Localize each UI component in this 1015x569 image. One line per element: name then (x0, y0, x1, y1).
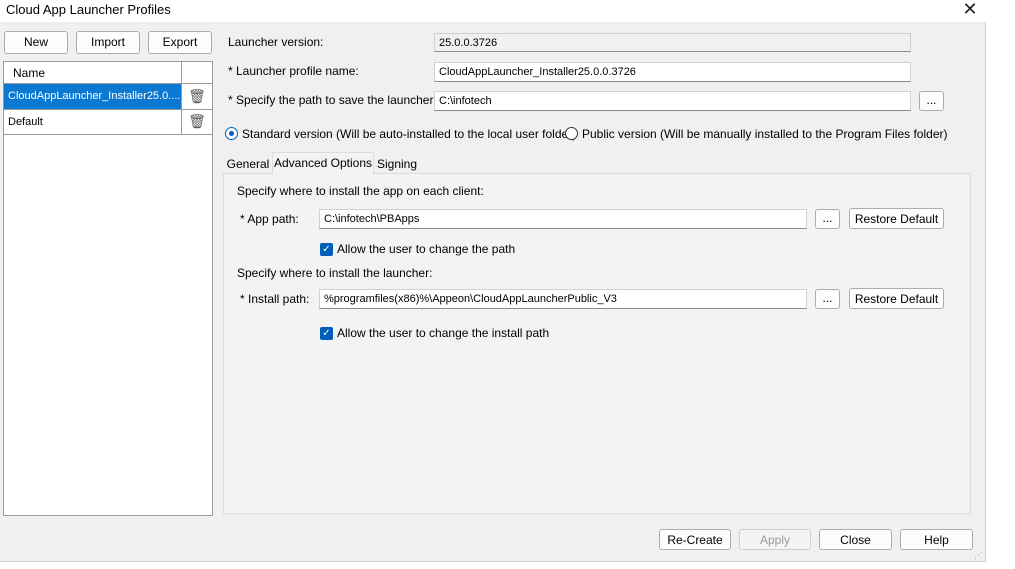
tab-signing[interactable]: Signing (376, 154, 418, 174)
public-version-radio[interactable] (565, 127, 578, 140)
save-path-field[interactable]: C:\infotech (434, 91, 911, 111)
title-bar: Cloud App Launcher Profiles ✕ (0, 0, 986, 22)
window-title: Cloud App Launcher Profiles (6, 2, 171, 17)
list-item[interactable]: Default (4, 110, 182, 134)
tab-general[interactable]: General (226, 154, 270, 174)
recreate-button[interactable]: Re-Create (659, 529, 731, 550)
install-path-label: * Install path: (240, 292, 310, 306)
standard-version-label[interactable]: Standard version (Will be auto-installed… (242, 127, 576, 141)
delete-icon[interactable]: 🗑 (182, 110, 212, 133)
profile-name-label: * Launcher profile name: (228, 64, 359, 78)
app-path-browse-button[interactable]: ... (815, 209, 840, 229)
install-path-browse-button[interactable]: ... (815, 289, 840, 309)
resize-grip[interactable]: ⋰ (974, 550, 984, 560)
install-allow-change-label[interactable]: Allow the user to change the install pat… (337, 326, 549, 340)
app-path-restore-default-button[interactable]: Restore Default (849, 208, 944, 229)
save-path-label: * Specify the path to save the launcher: (228, 93, 437, 107)
public-version-label[interactable]: Public version (Will be manually install… (582, 127, 947, 141)
close-icon[interactable]: ✕ (958, 0, 982, 20)
import-button[interactable]: Import (76, 31, 140, 54)
column-divider (181, 84, 182, 135)
save-path-browse-button[interactable]: ... (919, 91, 944, 111)
standard-version-radio[interactable] (225, 127, 238, 140)
app-path-label: * App path: (240, 212, 299, 226)
tab-advanced-options[interactable]: Advanced Options (272, 152, 374, 174)
delete-icon[interactable]: 🗑 (182, 85, 212, 108)
app-section-label: Specify where to install the app on each… (237, 184, 484, 198)
launcher-version-label: Launcher version: (228, 35, 324, 49)
install-allow-change-checkbox[interactable]: ✓ (320, 327, 333, 340)
new-button[interactable]: New (4, 31, 68, 54)
launcher-version-field: 25.0.0.3726 (434, 33, 911, 52)
close-button[interactable]: Close (819, 529, 892, 550)
app-allow-change-checkbox[interactable]: ✓ (320, 243, 333, 256)
app-allow-change-label[interactable]: Allow the user to change the path (337, 242, 515, 256)
list-item[interactable]: CloudAppLauncher_Installer25.0.... (4, 84, 182, 109)
apply-button[interactable]: Apply (739, 529, 811, 550)
profile-list-header: Name (4, 62, 212, 84)
install-path-field[interactable]: %programfiles(x86)%\Appeon\CloudAppLaunc… (319, 289, 807, 309)
profile-list: Name CloudAppLauncher_Installer25.0.... … (3, 61, 213, 516)
name-column-header: Name (13, 66, 46, 80)
export-button[interactable]: Export (148, 31, 212, 54)
column-divider (181, 62, 182, 84)
app-path-field[interactable]: C:\infotech\PBApps (319, 209, 807, 229)
profile-name: Default (8, 116, 43, 128)
help-button[interactable]: Help (900, 529, 973, 550)
profile-name-field[interactable]: CloudAppLauncher_Installer25.0.0.3726 (434, 62, 911, 82)
install-path-restore-default-button[interactable]: Restore Default (849, 288, 944, 309)
profile-name: CloudAppLauncher_Installer25.0.... (8, 90, 180, 102)
launcher-section-label: Specify where to install the launcher: (237, 266, 433, 280)
